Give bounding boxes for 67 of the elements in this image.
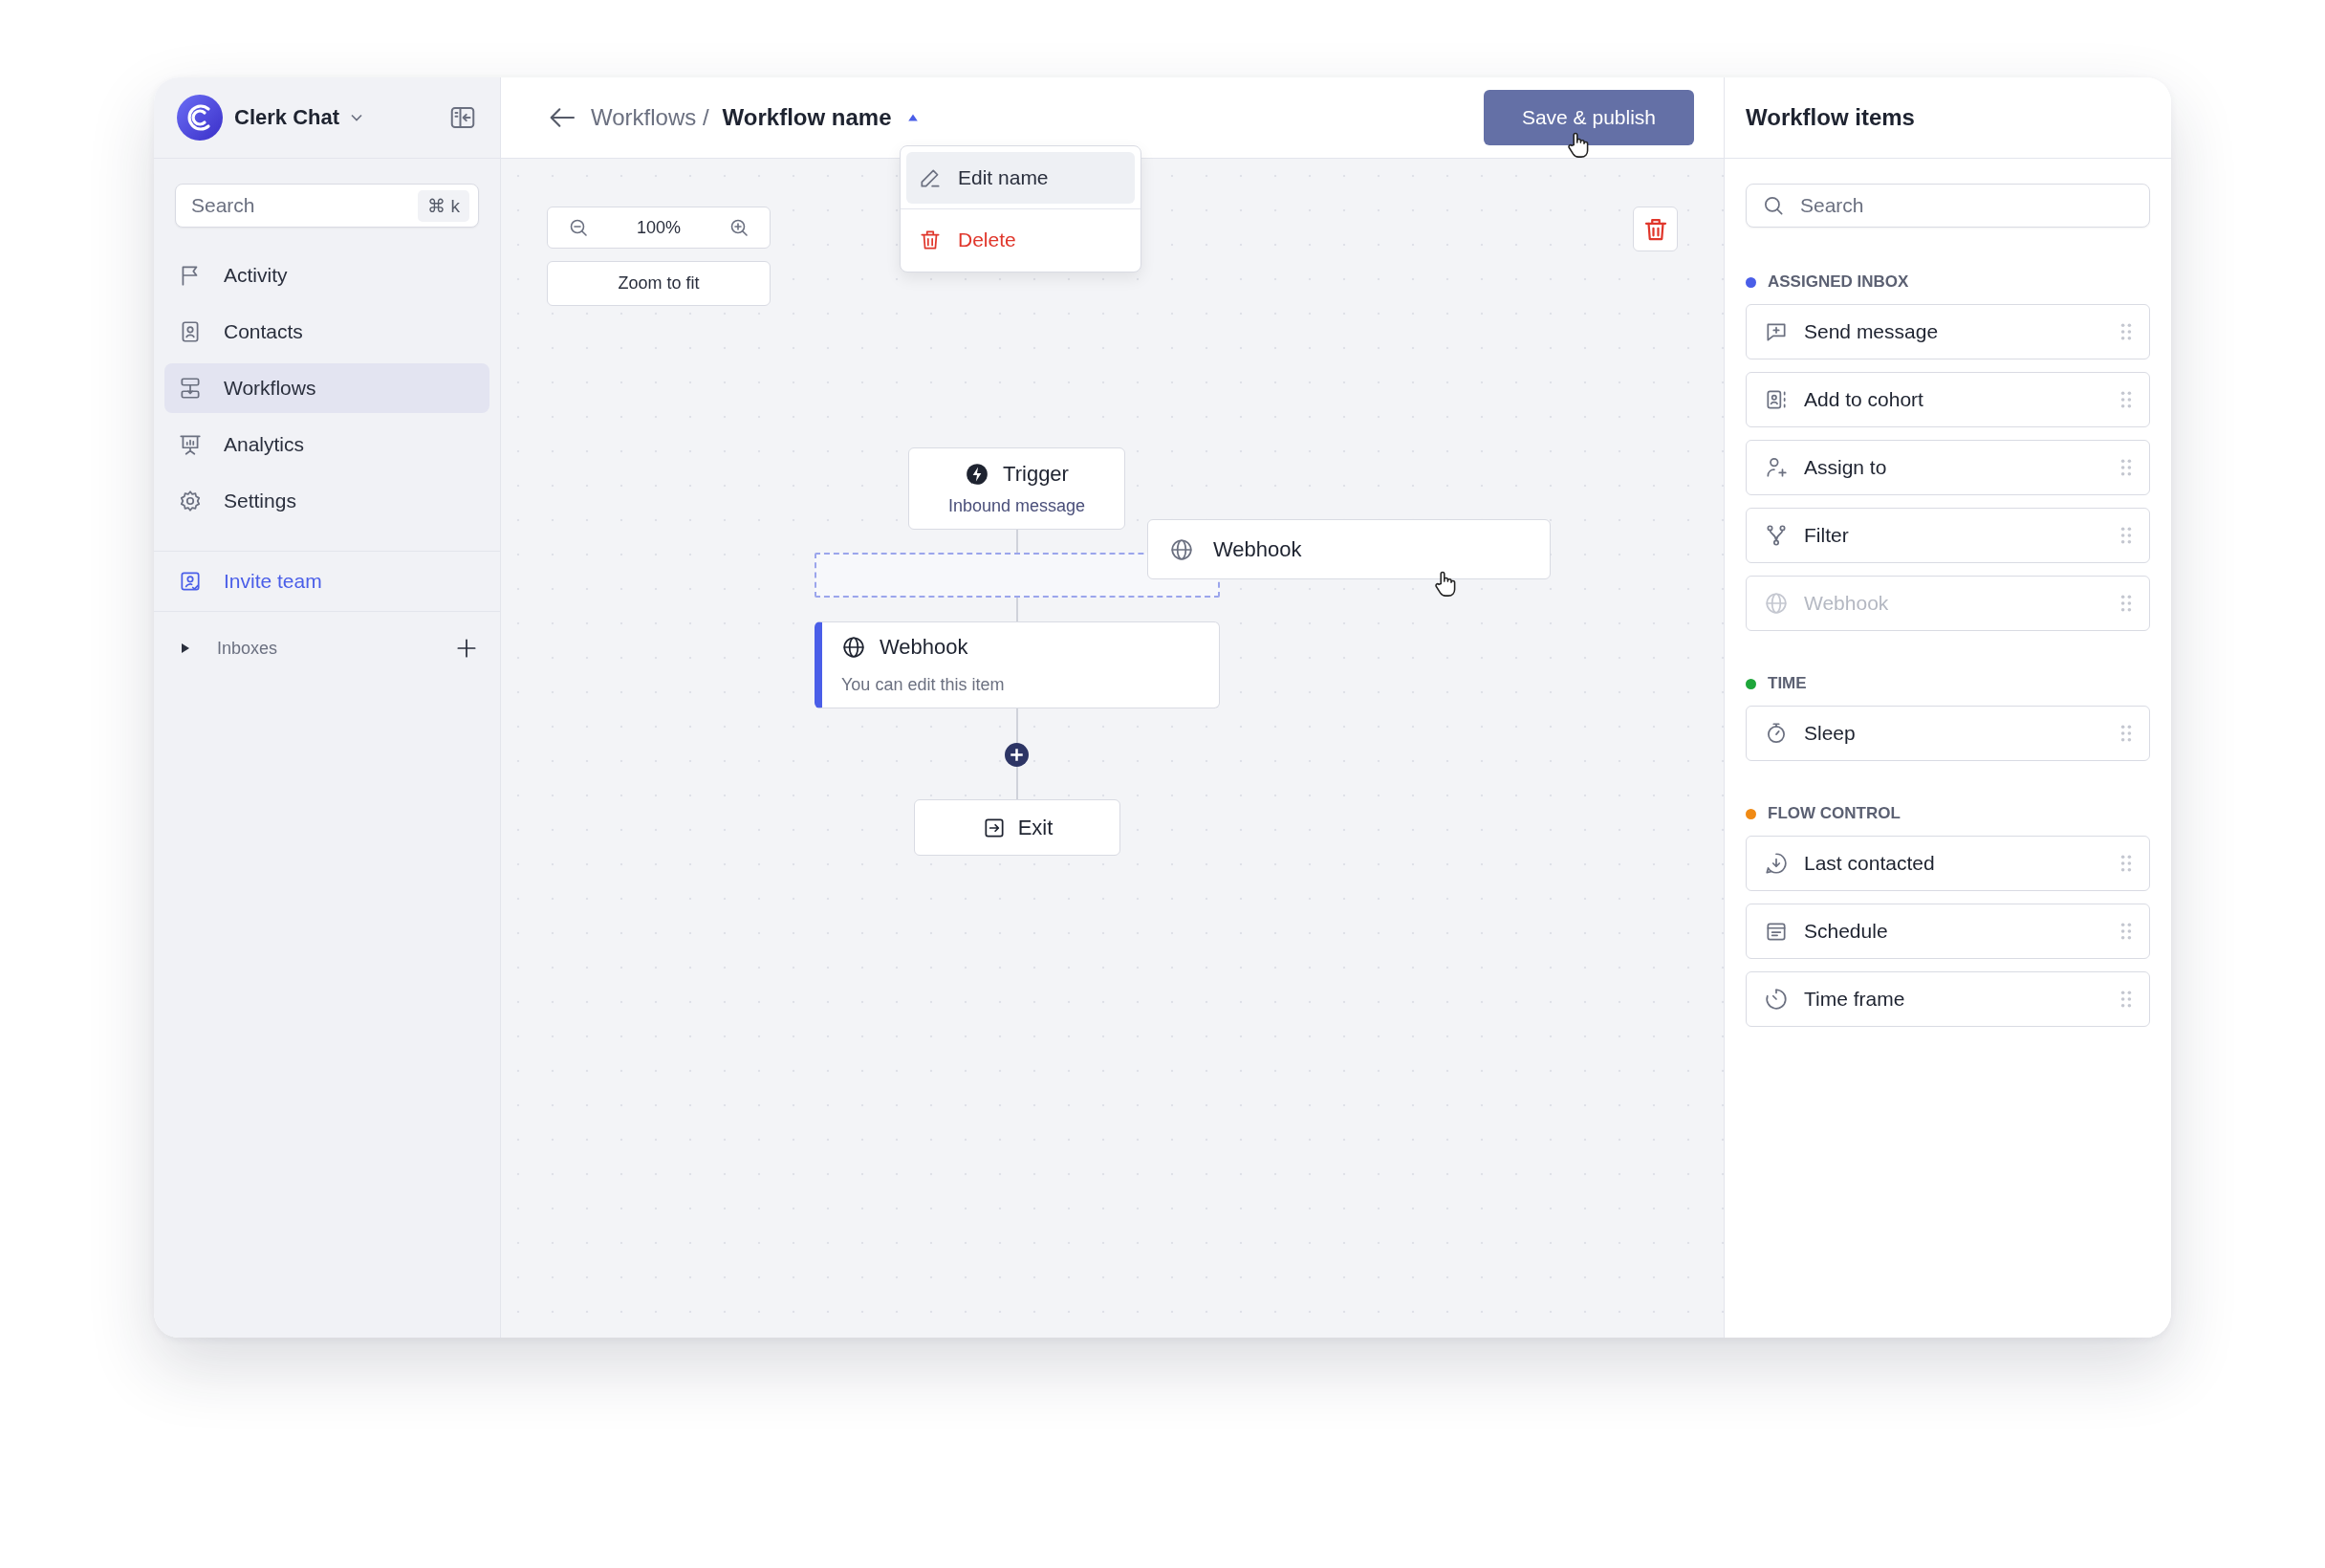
save-publish-button[interactable]: Save & publish <box>1483 90 1694 145</box>
drag-handle-icon[interactable] <box>2120 725 2132 742</box>
workflow-icon <box>178 376 203 401</box>
node-subtitle: You can edit this item <box>841 675 1006 695</box>
section-title: ASSIGNED INBOX <box>1768 272 1909 292</box>
hand-cursor-icon <box>1434 570 1457 598</box>
workflow-title[interactable]: Workflow name <box>722 104 892 131</box>
menu-item[interactable]: Edit name <box>906 152 1135 204</box>
node-title: Webhook <box>880 635 968 660</box>
dragged-webhook-card[interactable]: Webhook <box>1147 519 1551 579</box>
drag-handle-icon[interactable] <box>2120 323 2132 340</box>
timer-icon <box>1764 987 1789 1012</box>
expand-triangle-icon[interactable] <box>181 642 190 654</box>
fork-icon <box>1764 523 1789 548</box>
workflow-item[interactable]: Sleep <box>1746 706 2150 761</box>
inboxes-label[interactable]: Inboxes <box>217 638 278 659</box>
nav-item[interactable]: Analytics <box>164 420 489 469</box>
drag-handle-icon[interactable] <box>2120 391 2132 408</box>
panel-title: Workflow items <box>1746 104 1915 131</box>
drag-handle-icon[interactable] <box>2120 459 2132 476</box>
section-title: FLOW CONTROL <box>1768 804 1901 823</box>
nav-item[interactable]: Settings <box>164 476 489 526</box>
drag-handle-icon[interactable] <box>2120 991 2132 1008</box>
download-circle-icon <box>1764 851 1789 876</box>
exit-node[interactable]: Exit <box>914 799 1120 856</box>
add-step-icon[interactable] <box>1005 743 1029 767</box>
presentation-icon <box>178 432 203 457</box>
workflow-item[interactable]: Last contacted <box>1746 836 2150 891</box>
drag-handle-icon[interactable] <box>2120 855 2132 872</box>
workflow-item[interactable]: Add to cohort <box>1746 372 2150 427</box>
trigger-node[interactable]: Trigger Inbound message <box>908 447 1125 530</box>
workflow-item[interactable]: Filter <box>1746 508 2150 563</box>
invite-user-icon <box>178 569 203 594</box>
menu-item[interactable]: Delete <box>906 214 1135 266</box>
webhook-node[interactable]: Webhook You can edit this item <box>815 621 1220 708</box>
nav-item[interactable]: Contacts <box>164 307 489 357</box>
workflow-item[interactable]: Assign to <box>1746 440 2150 495</box>
add-user-icon <box>1764 455 1789 480</box>
workspace-switcher[interactable]: Clerk Chat <box>234 105 367 130</box>
node-title: Exit <box>1017 815 1054 840</box>
lightning-icon <box>965 461 990 487</box>
delete-button[interactable] <box>1633 207 1678 251</box>
drag-handle-icon[interactable] <box>2120 527 2132 544</box>
zoom-level: 100% <box>636 217 681 238</box>
globe-icon <box>1169 536 1194 562</box>
drag-handle-icon[interactable] <box>2120 923 2132 940</box>
node-subtitle: Inbound message <box>947 495 1086 516</box>
workflow-item[interactable]: Time frame <box>1746 971 2150 1027</box>
nav-item[interactable]: Activity <box>164 250 489 300</box>
workflow-item[interactable]: Send message <box>1746 304 2150 359</box>
breadcrumb-link[interactable]: Workflows / <box>591 104 709 131</box>
workflow-item[interactable]: Schedule <box>1746 904 2150 959</box>
globe-icon <box>1764 591 1789 616</box>
invite-link[interactable]: Invite team <box>154 552 500 611</box>
caret-icon[interactable] <box>906 113 919 122</box>
search-field[interactable]: Search <box>1746 184 2150 228</box>
section-title: TIME <box>1768 674 1807 693</box>
zoom-to-fit-button[interactable]: Zoom to fit <box>547 261 771 306</box>
settings-icon <box>178 489 203 513</box>
nav-item[interactable]: Workflows <box>164 363 489 413</box>
shortcut-hint: ⌘ k <box>418 190 469 222</box>
contact-card-icon <box>1764 387 1789 412</box>
globe-icon <box>841 635 866 660</box>
trash-icon <box>918 228 943 252</box>
node-title: Webhook <box>1213 536 1302 562</box>
node-title: Trigger <box>1003 461 1069 487</box>
logo-icon[interactable] <box>177 95 223 141</box>
